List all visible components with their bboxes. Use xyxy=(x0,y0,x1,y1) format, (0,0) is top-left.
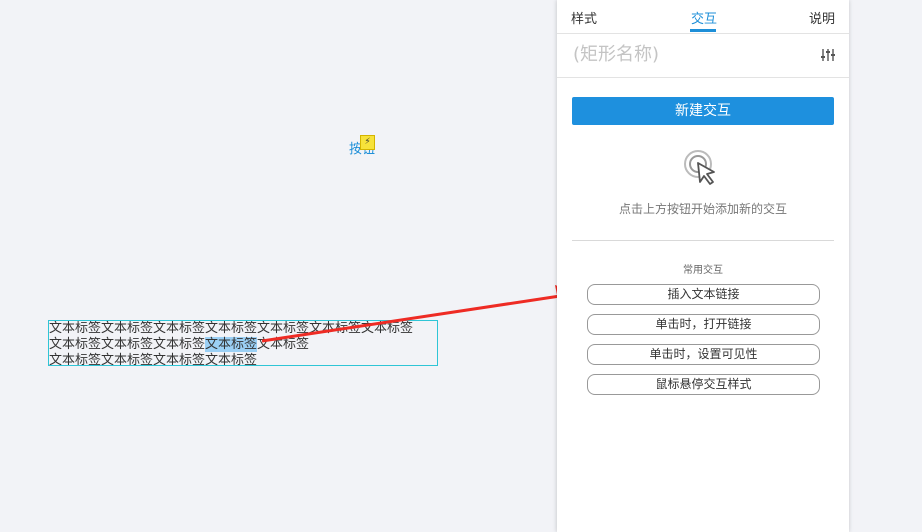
selected-text[interactable]: 文本标签 xyxy=(205,337,258,352)
empty-hint: 点击上方按钮开始添加新的交互 xyxy=(618,202,787,216)
interaction-panel: 样式 交互 说明 新建交互 点击上方按钮开始添加新的交互 常用交互 插入文本链接… xyxy=(557,0,849,532)
text-label-line-2: 文本标签文本标签文本标签文本标签文本标签 xyxy=(49,337,437,353)
panel-tabs: 样式 交互 说明 xyxy=(557,0,849,34)
sliders-icon[interactable] xyxy=(821,48,835,62)
click-open-link-button[interactable]: 单击时，打开链接 xyxy=(587,314,820,335)
pointer-click-icon xyxy=(684,150,715,185)
new-interaction-button[interactable]: 新建交互 xyxy=(572,97,834,125)
text-label-line-2c: 文本标签 xyxy=(257,337,310,352)
common-interactions-title: 常用交互 xyxy=(683,265,723,276)
tab-notes[interactable]: 说明 xyxy=(809,8,835,27)
widget-name-row xyxy=(557,34,849,78)
widget-name-input[interactable] xyxy=(571,43,805,66)
divider xyxy=(572,240,834,241)
tab-style[interactable]: 样式 xyxy=(571,8,597,27)
click-set-visibility-button[interactable]: 单击时，设置可见性 xyxy=(587,344,820,365)
text-label-line-3: 文本标签文本标签文本标签文本标签 xyxy=(49,353,258,366)
active-tab-indicator xyxy=(690,29,716,32)
text-label-widget[interactable]: 文本标签文本标签文本标签文本标签文本标签文本标签文本标签 文本标签文本标签文本标… xyxy=(48,320,438,366)
text-label-line-1: 文本标签文本标签文本标签文本标签文本标签文本标签文本标签 xyxy=(49,321,414,336)
hover-style-button[interactable]: 鼠标悬停交互样式 xyxy=(587,374,820,395)
tab-interaction[interactable]: 交互 xyxy=(691,8,717,27)
text-label-line-2a: 文本标签文本标签文本标签 xyxy=(49,337,206,352)
lightning-icon: ⚡ xyxy=(360,135,375,150)
insert-text-link-button[interactable]: 插入文本链接 xyxy=(587,284,820,305)
